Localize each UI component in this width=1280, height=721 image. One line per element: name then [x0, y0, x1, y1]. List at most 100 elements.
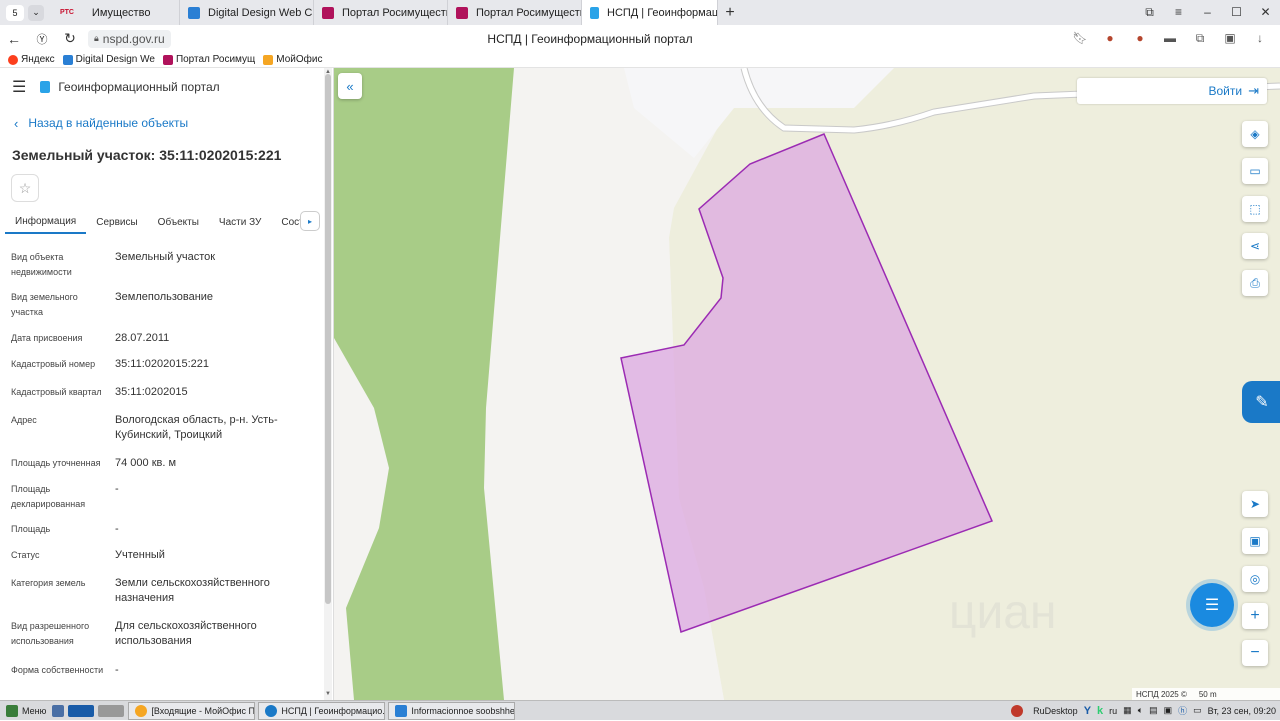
window-label: [Входящие - МойОфис П... — [151, 705, 256, 716]
taskbar-window-2[interactable]: НСПД | Геоинформацио... — [258, 701, 386, 720]
layers-icon[interactable]: ◈ — [1242, 121, 1268, 147]
property-value: - — [115, 664, 119, 676]
maximize-icon[interactable]: ☐ — [1222, 5, 1251, 20]
rosim-favicon-icon — [322, 6, 334, 19]
tab-label: Портал Росимущества — [342, 6, 448, 19]
scale-label: 50 m — [1198, 689, 1217, 699]
navigate-icon[interactable]: ➤ — [1242, 491, 1268, 517]
property-key: Площадь декларированная — [11, 484, 86, 509]
tab-label: Портал Росимущества — [476, 6, 582, 19]
rudesktop-icon[interactable] — [1011, 704, 1024, 717]
nspd-favicon-icon — [590, 6, 599, 19]
map-layers: циан — [334, 68, 1280, 700]
lock-icon: 🔒︎ — [94, 33, 99, 43]
menu-icon[interactable]: ≡ — [1164, 5, 1193, 20]
collections-icon[interactable]: ⧉ — [1190, 31, 1210, 47]
hamburger-menu-icon[interactable]: ☰ — [12, 77, 26, 97]
property-key: Форма собственности — [11, 665, 104, 675]
network-icon[interactable]: ▦ — [1123, 705, 1132, 716]
select-area-icon[interactable]: ⬚ — [1242, 196, 1268, 222]
bookmark-yandex[interactable]: Яндекс — [8, 54, 55, 65]
taskbar-window-1[interactable]: [Входящие - МойОфис П... — [128, 701, 256, 720]
property-value: 28.07.2011 — [115, 332, 170, 344]
minimize-icon[interactable]: – — [1193, 5, 1222, 20]
bookmark-manager-icon[interactable]: ⧉ — [1135, 5, 1164, 20]
feedback-chat-icon[interactable]: ✎ — [1242, 381, 1280, 423]
bookmark-icon[interactable]: 🔖︎ — [1070, 31, 1090, 47]
panel-header: ☰ Геоинформационный портал — [0, 68, 333, 106]
keyboard-layout[interactable]: ru — [1109, 706, 1117, 716]
ruler-icon[interactable]: ▭ — [1242, 158, 1268, 184]
favorite-star-icon[interactable]: ☆ — [11, 174, 39, 202]
tray-app-label: RuDesktop — [1033, 705, 1078, 716]
browser-tab-4[interactable]: Портал Росимущества — [448, 0, 582, 25]
tab-parts[interactable]: Части ЗУ — [209, 210, 271, 234]
zoom-out-icon[interactable]: − — [1242, 640, 1268, 666]
zoom-in-icon[interactable]: + — [1242, 603, 1268, 629]
clipboard-icon[interactable]: ▤ — [1149, 705, 1158, 716]
hp-icon[interactable]: ⓗ — [1178, 704, 1187, 717]
tab-label: Digital Design Web Client — [208, 6, 313, 19]
print-icon[interactable]: ⎙ — [1242, 270, 1268, 296]
browser-tab-3[interactable]: Портал Росимущества — [314, 0, 448, 25]
scroll-down-icon[interactable]: ▼ — [325, 691, 331, 697]
login-label: Войти — [1208, 84, 1243, 98]
forest-area — [334, 68, 514, 700]
clock[interactable]: Вт, 23 сен, 09:20 — [1208, 706, 1276, 716]
back-to-results-link[interactable]: ‹ Назад в найденные объекты — [0, 106, 333, 140]
tabs-menu-icon[interactable]: ⌄ — [28, 4, 44, 21]
chevron-left-icon: ‹ — [14, 115, 19, 131]
document-icon — [395, 704, 408, 717]
back-link-label: Назад в найденные объекты — [28, 116, 189, 130]
bookmark-label: Портал Росимущ — [175, 54, 256, 65]
download-icon[interactable]: ↓ — [1250, 31, 1270, 47]
tab-information[interactable]: Информация — [5, 210, 87, 234]
support-chat-icon[interactable]: ☰ — [1190, 583, 1234, 627]
battery-icon[interactable]: ▭ — [1193, 705, 1202, 716]
extension-icon[interactable]: ▣ — [1220, 31, 1240, 47]
scroll-up-icon[interactable]: ▲ — [325, 69, 331, 75]
yandex-icon[interactable]: Ⓨ — [28, 31, 56, 47]
minimap-icon[interactable]: ▣ — [1242, 528, 1268, 554]
yandex-tray-icon[interactable]: Y — [1084, 705, 1091, 717]
bookmark-myoffice[interactable]: МойОфис — [263, 54, 322, 65]
collapse-panel-icon[interactable]: « — [338, 73, 362, 99]
tab-count-badge[interactable]: 5 — [6, 4, 24, 21]
taskbar-window-3[interactable]: Informacionnoe soobshhe... — [388, 701, 516, 720]
login-button[interactable]: Войти ⇥ — [1077, 78, 1267, 104]
new-tab-icon[interactable]: + — [718, 4, 742, 22]
myoffice-icon — [135, 704, 148, 717]
yandex-icon — [8, 54, 18, 65]
bookmark-rosim[interactable]: Портал Росимущ — [162, 54, 256, 65]
portal-name: Геоинформационный портал — [58, 80, 220, 94]
map-canvas[interactable]: циан — [334, 68, 1280, 700]
desktop-icon[interactable] — [52, 704, 65, 717]
extension-icon[interactable]: ● — [1100, 31, 1120, 47]
volume-icon[interactable]: 🔈︎ — [1138, 705, 1143, 716]
reload-icon[interactable]: ↻ — [56, 30, 84, 47]
close-window-icon[interactable]: ✕ — [1251, 5, 1280, 20]
extension-icon[interactable]: ▬ — [1160, 31, 1180, 47]
scale-bar: 50 m — [1199, 690, 1217, 699]
yandex-browser-icon[interactable] — [68, 704, 95, 717]
browser-tab-2[interactable]: Digital Design Web Client — [180, 0, 314, 25]
share-icon[interactable]: ⋖ — [1242, 233, 1268, 259]
panel-scrollbar-thumb[interactable] — [325, 74, 331, 604]
extension-icon[interactable]: ● — [1130, 31, 1150, 47]
start-menu-button[interactable]: Меню — [0, 701, 52, 721]
browser-tab-1[interactable]: РТС Имущество — [52, 0, 180, 25]
tray-icon[interactable]: ▣ — [1164, 705, 1173, 716]
kaspersky-icon[interactable]: k — [1097, 705, 1103, 717]
browser-tab-5-active[interactable]: НСПД | Геоинформац ✕ — [582, 0, 718, 25]
app-icon[interactable] — [98, 704, 125, 717]
tab-objects[interactable]: Объекты — [148, 210, 209, 234]
url-field[interactable]: 🔒︎ nspd.gov.ru — [88, 29, 171, 48]
tabs-scroll-right-icon[interactable]: ▸ — [300, 211, 320, 231]
tab-services[interactable]: Сервисы — [86, 210, 147, 234]
property-value: - — [115, 483, 119, 495]
property-key: Категория земель — [11, 578, 86, 588]
geolocation-icon[interactable]: ◎ — [1242, 566, 1268, 592]
digital-design-icon — [62, 54, 73, 65]
back-arrow-icon[interactable]: ← — [0, 31, 28, 47]
bookmark-digital-design[interactable]: Digital Design We — [62, 54, 155, 65]
